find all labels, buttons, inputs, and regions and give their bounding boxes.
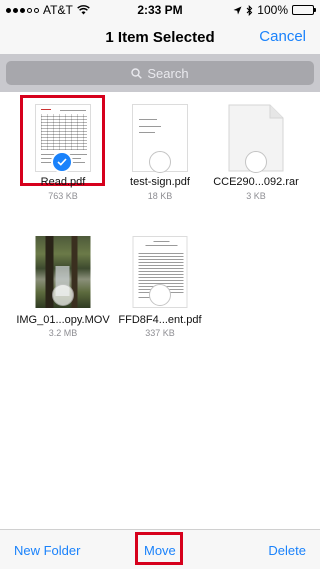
file-item-ffd8f4-pdf[interactable]: FFD8F4...ent.pdf 337 KB <box>115 236 205 338</box>
file-name: FFD8F4...ent.pdf <box>118 314 202 326</box>
placeholder-circle-icon <box>149 284 171 306</box>
file-item-read-pdf[interactable]: Read.pdf 763 KB <box>18 104 108 201</box>
page-title: 1 Item Selected <box>105 28 215 46</box>
cancel-button[interactable]: Cancel <box>259 28 306 45</box>
file-name: IMG_01...opy.MOV <box>16 314 110 326</box>
file-size: 337 KB <box>145 328 175 338</box>
file-size: 3 KB <box>246 191 266 201</box>
placeholder-circle-icon <box>149 151 171 173</box>
file-size: 18 KB <box>147 191 173 201</box>
search-input[interactable]: Search <box>6 61 314 85</box>
signal-strength-icon <box>6 7 39 13</box>
file-size: 3.2 MB <box>48 328 78 338</box>
battery-icon <box>292 5 316 15</box>
file-name: CCE290...092.rar <box>213 176 299 188</box>
file-size: 763 KB <box>48 191 78 201</box>
battery-percent: 100% <box>257 3 288 17</box>
file-item-test-sign-pdf[interactable]: test-sign.pdf 18 KB <box>115 104 205 201</box>
checkmark-icon <box>51 151 73 173</box>
wifi-icon <box>76 5 90 15</box>
file-name: Read.pdf <box>40 176 86 188</box>
placeholder-circle-icon <box>245 151 267 173</box>
status-left: AT&T <box>6 3 90 17</box>
bluetooth-icon <box>246 4 253 16</box>
carrier-label: AT&T <box>43 3 73 17</box>
search-placeholder: Search <box>147 65 189 81</box>
search-icon <box>131 67 143 79</box>
file-item-img-mov[interactable]: IMG_01...opy.MOV 3.2 MB <box>16 236 110 338</box>
file-item-cce290-rar[interactable]: CCE290...092.rar 3 KB <box>211 104 301 201</box>
move-highlight <box>135 532 183 565</box>
status-bar: AT&T 2:33 PM 100% <box>0 0 320 20</box>
navigation-bar: 1 Item Selected Cancel <box>0 20 320 54</box>
delete-button[interactable]: Delete <box>268 543 306 558</box>
search-area: Search <box>0 54 320 92</box>
location-arrow-icon <box>233 6 242 14</box>
status-right: 100% <box>233 3 316 17</box>
file-name: test-sign.pdf <box>130 176 190 188</box>
new-folder-button[interactable]: New Folder <box>14 543 80 558</box>
placeholder-circle-icon <box>52 284 74 306</box>
